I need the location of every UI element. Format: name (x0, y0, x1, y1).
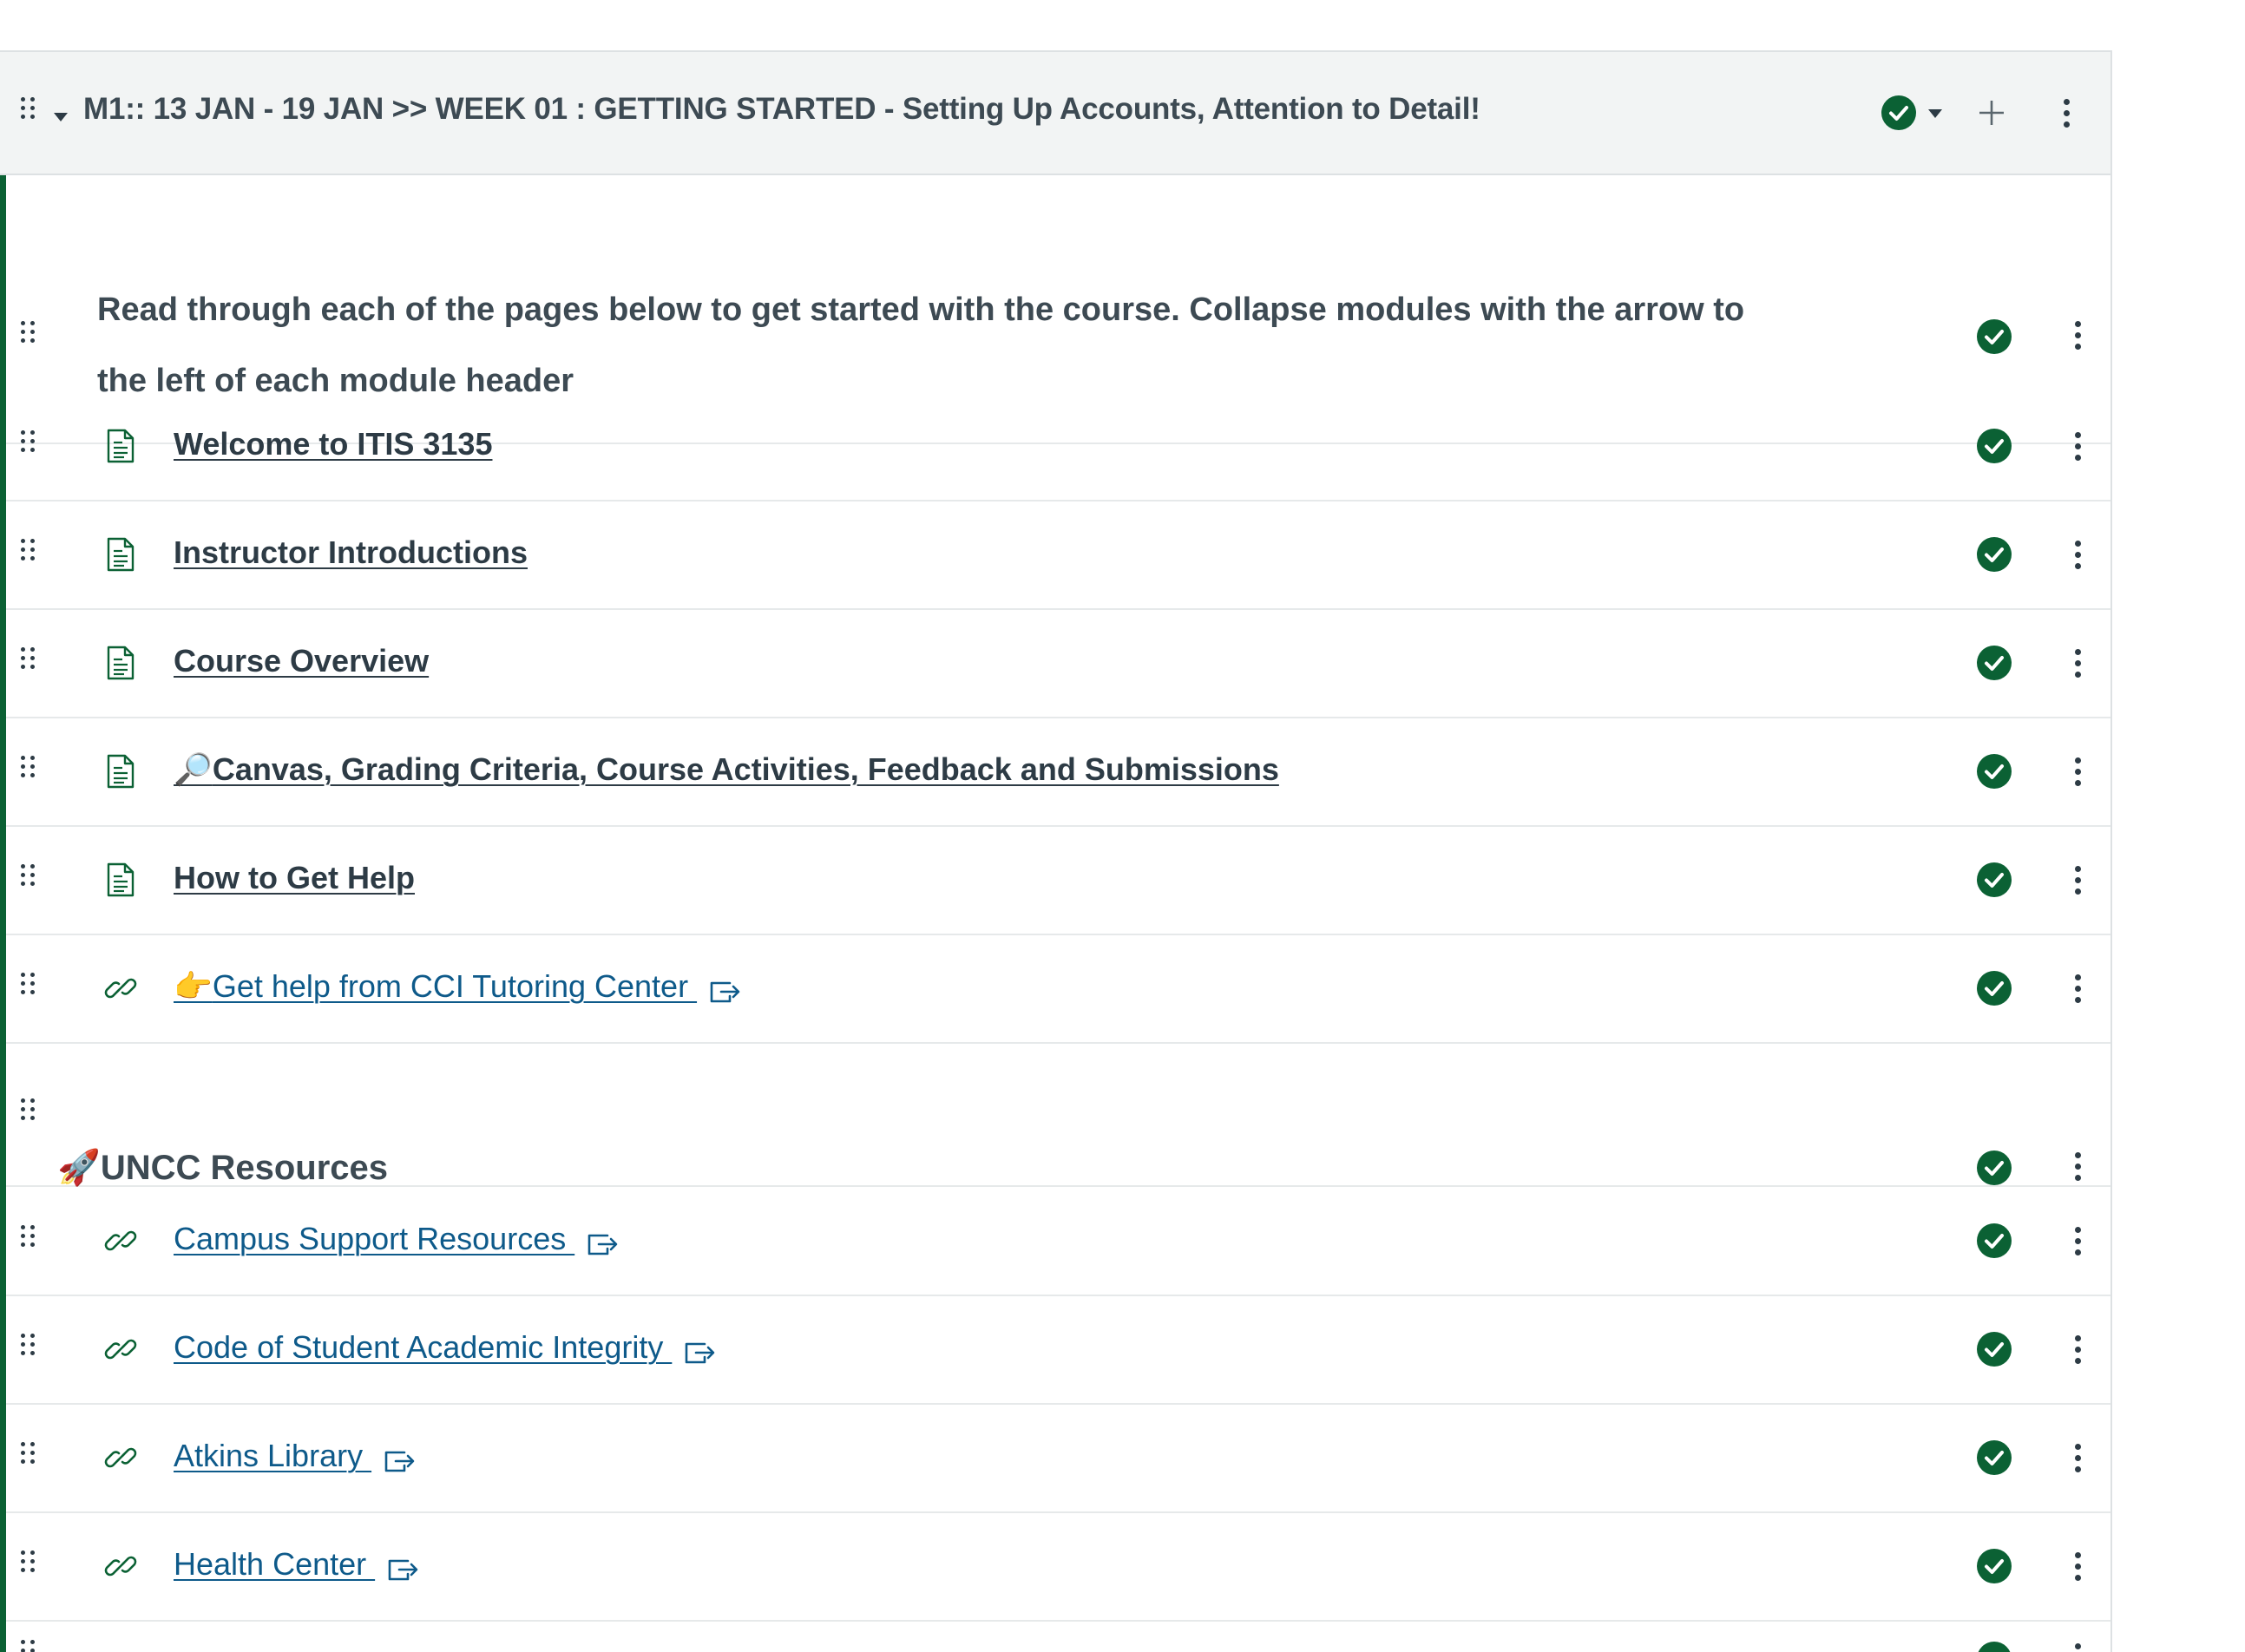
module-accent-bar (0, 175, 6, 1652)
item-kebab-menu-icon[interactable] (2073, 864, 2082, 895)
page-link[interactable]: Course Overview (174, 643, 429, 679)
drag-handle-icon[interactable] (21, 864, 36, 895)
module-kebab-menu-icon[interactable] (2062, 97, 2071, 128)
published-check-icon[interactable] (1881, 95, 1916, 130)
page-link[interactable]: Instructor Introductions (174, 534, 528, 571)
link-icon (106, 1440, 135, 1475)
external-link-icon (709, 975, 742, 1001)
document-icon (106, 862, 135, 897)
item-emoji: 🔎 (174, 752, 213, 788)
item-label: How to Get Help (174, 860, 415, 895)
published-check-icon[interactable] (1977, 1150, 2012, 1185)
item-kebab-menu-icon[interactable] (2073, 756, 2082, 787)
document-icon (106, 754, 135, 789)
published-check-icon[interactable] (1977, 971, 2012, 1006)
item-kebab-menu-icon[interactable] (2073, 1642, 2082, 1652)
document-icon (106, 429, 135, 463)
link-icon (106, 971, 135, 1006)
published-check-icon[interactable] (1977, 1642, 2012, 1652)
published-check-icon[interactable] (1977, 646, 2012, 680)
external-link[interactable]: Code of Student Academic Integrity (174, 1329, 717, 1366)
external-link[interactable]: Health Center (174, 1546, 420, 1583)
drag-handle-icon[interactable] (21, 973, 36, 1004)
drag-handle-icon[interactable] (21, 647, 36, 678)
subheader-label: UNCC Resources (100, 1149, 389, 1187)
item-label: Welcome to ITIS 3135 (174, 426, 493, 462)
document-icon (106, 646, 135, 680)
external-link[interactable]: Atkins Library (174, 1438, 417, 1474)
module-header[interactable]: M1:: 13 JAN - 19 JAN >> WEEK 01 : GETTIN… (0, 52, 2110, 175)
link-icon (106, 1332, 135, 1367)
rocket-emoji: 🚀 (57, 1148, 101, 1188)
published-check-icon[interactable] (1977, 429, 2012, 463)
drag-handle-icon[interactable] (21, 97, 36, 128)
add-item-plus-icon[interactable] (1977, 98, 2006, 128)
item-label: Code of Student Academic Integrity (174, 1329, 673, 1365)
published-check-icon[interactable] (1977, 862, 2012, 897)
drag-handle-icon[interactable] (21, 539, 36, 570)
item-label: Course Overview (174, 643, 430, 678)
drag-handle-icon[interactable] (21, 1334, 36, 1365)
item-kebab-menu-icon[interactable] (2073, 319, 2082, 351)
item-kebab-menu-icon[interactable] (2073, 1150, 2082, 1182)
item-kebab-menu-icon[interactable] (2073, 647, 2082, 678)
item-label: Campus Support Resources (174, 1221, 575, 1256)
collapse-caret-icon[interactable] (54, 113, 68, 121)
external-link-icon (384, 1445, 417, 1471)
link-icon (106, 1223, 135, 1258)
external-link-icon (387, 1553, 420, 1579)
drag-handle-icon[interactable] (21, 1442, 36, 1473)
item-kebab-menu-icon[interactable] (2073, 1225, 2082, 1256)
item-kebab-menu-icon[interactable] (2073, 1550, 2082, 1582)
item-kebab-menu-icon[interactable] (2073, 973, 2082, 1004)
item-kebab-menu-icon[interactable] (2073, 539, 2082, 570)
item-label: Atkins Library (174, 1438, 372, 1473)
page-link[interactable]: 🔎Canvas, Grading Criteria, Course Activi… (174, 751, 1279, 788)
external-link-icon (684, 1336, 717, 1362)
published-check-icon[interactable] (1977, 1549, 2012, 1583)
published-check-icon[interactable] (1977, 754, 2012, 789)
drag-handle-icon[interactable] (21, 430, 36, 462)
external-link[interactable]: 👉Get help from CCI Tutoring Center (174, 968, 742, 1005)
drag-handle-icon[interactable] (21, 1225, 36, 1256)
item-label: Canvas, Grading Criteria, Course Activit… (212, 751, 1279, 787)
item-kebab-menu-icon[interactable] (2073, 1334, 2082, 1365)
external-link-icon (587, 1228, 620, 1254)
module-card: M1:: 13 JAN - 19 JAN >> WEEK 01 : GETTIN… (0, 50, 2112, 1652)
drag-handle-icon[interactable] (21, 1550, 36, 1582)
item-emoji: 👉 (174, 969, 213, 1005)
page-link[interactable]: How to Get Help (174, 860, 415, 896)
published-check-icon[interactable] (1977, 1332, 2012, 1367)
published-check-icon[interactable] (1977, 1223, 2012, 1258)
item-label: Get help from CCI Tutoring Center (212, 968, 698, 1004)
subheader-title: 🚀UNCC Resources (57, 1147, 388, 1188)
publish-menu-caret-icon[interactable] (1928, 109, 1942, 118)
drag-handle-icon[interactable] (21, 756, 36, 787)
item-kebab-menu-icon[interactable] (2073, 1442, 2082, 1473)
item-label: Instructor Introductions (174, 534, 528, 570)
published-check-icon[interactable] (1977, 537, 2012, 572)
external-link[interactable]: Campus Support Resources (174, 1221, 620, 1257)
page-link[interactable]: Welcome to ITIS 3135 (174, 426, 492, 462)
document-icon (106, 537, 135, 572)
item-kebab-menu-icon[interactable] (2073, 430, 2082, 462)
drag-handle-icon[interactable] (21, 1098, 36, 1130)
published-check-icon[interactable] (1977, 1440, 2012, 1475)
module-title: M1:: 13 JAN - 19 JAN >> WEEK 01 : GETTIN… (83, 92, 1480, 126)
link-icon (106, 1549, 135, 1583)
drag-handle-icon[interactable] (21, 321, 36, 352)
published-check-icon[interactable] (1977, 319, 2012, 354)
item-label: Health Center (174, 1546, 376, 1582)
